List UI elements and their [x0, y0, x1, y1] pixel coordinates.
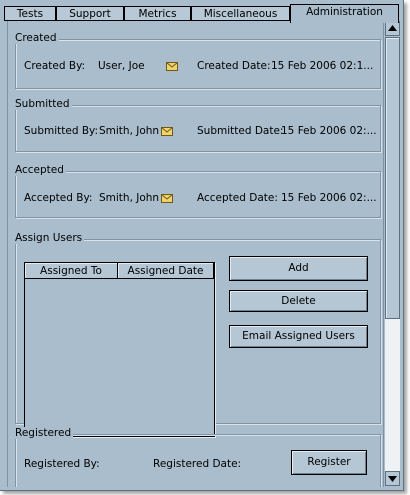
accepted-group: Accepted Accepted By: Smith, John Accept…: [15, 164, 381, 218]
column-header-assigned-to[interactable]: Assigned To: [25, 263, 118, 279]
administration-panel: Tests Support Metrics Miscellaneous Admi…: [0, 0, 404, 491]
assign-users-title: Assign Users: [15, 232, 85, 244]
column-header-assigned-date[interactable]: Assigned Date: [118, 263, 214, 279]
chevron-down-icon: [388, 476, 397, 482]
add-button[interactable]: Add: [229, 256, 368, 281]
scroll-thumb[interactable]: [385, 37, 400, 319]
registered-by-label: Registered By:: [24, 458, 100, 470]
tab-miscellaneous[interactable]: Miscellaneous: [191, 6, 290, 21]
chevron-up-icon: [388, 25, 397, 31]
created-by-value: User, Joe: [98, 60, 145, 72]
assigned-users-table[interactable]: Assigned To Assigned Date: [24, 262, 215, 437]
tab-support[interactable]: Support: [56, 6, 124, 21]
vertical-scrollbar[interactable]: [383, 21, 400, 487]
registered-title: Registered: [15, 427, 74, 439]
accepted-date-value: 15 Feb 2006 02:...: [281, 192, 377, 204]
scroll-content: Created Created By: User, Joe Created Da…: [7, 21, 384, 487]
accepted-date-label: Accepted Date:: [197, 192, 278, 204]
created-date-label: Created Date:: [197, 60, 271, 72]
tab-tests[interactable]: Tests: [4, 6, 56, 21]
submitted-title: Submitted: [15, 98, 72, 110]
created-date-value: 15 Feb 2006 02:1...: [271, 60, 374, 72]
assign-users-group: Assign Users Assigned To Assigned Date A…: [15, 232, 381, 437]
accepted-title: Accepted: [15, 164, 66, 176]
created-title: Created: [15, 32, 59, 44]
submitted-by-label: Submitted By:: [24, 125, 99, 137]
envelope-icon[interactable]: [161, 127, 173, 136]
tab-metrics[interactable]: Metrics: [124, 6, 191, 21]
registered-group: Registered Registered By: Registered Dat…: [15, 427, 381, 487]
submitted-date-value: 15 Feb 2006 02:...: [281, 125, 377, 137]
delete-button[interactable]: Delete: [229, 290, 368, 312]
envelope-icon[interactable]: [161, 194, 173, 203]
submitted-by-value: Smith, John: [99, 125, 160, 137]
created-by-label: Created By:: [24, 60, 86, 72]
scroll-down-arrow[interactable]: [385, 471, 400, 486]
register-button[interactable]: Register: [291, 450, 367, 475]
created-group: Created Created By: User, Joe Created Da…: [15, 32, 381, 89]
submitted-group: Submitted Submitted By: Smith, John Subm…: [15, 98, 381, 152]
accepted-by-label: Accepted By:: [24, 192, 93, 204]
registered-date-label: Registered Date:: [153, 458, 242, 470]
email-assigned-users-button[interactable]: Email Assigned Users: [229, 325, 368, 348]
envelope-icon[interactable]: [166, 62, 178, 71]
accepted-by-value: Smith, John: [99, 192, 160, 204]
scroll-track[interactable]: [385, 319, 400, 471]
tab-administration[interactable]: Administration: [290, 4, 399, 23]
submitted-date-label: Submitted Date:: [197, 125, 284, 137]
scroll-up-arrow[interactable]: [385, 21, 400, 36]
